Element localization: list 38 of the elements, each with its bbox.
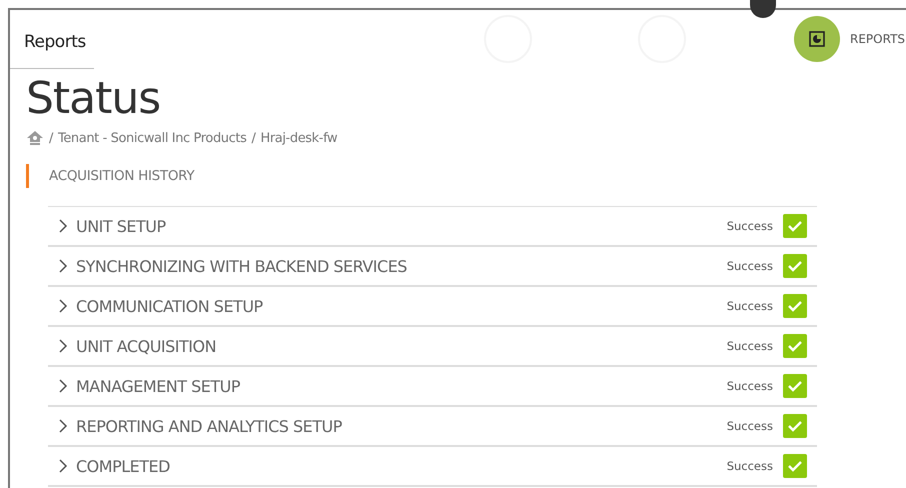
- chevron-icon[interactable]: [58, 379, 68, 393]
- step-label: MANAGEMENT SETUP: [76, 376, 242, 396]
- status-text: Success: [726, 259, 773, 273]
- step-row[interactable]: UNIT ACQUISITION Success: [48, 327, 817, 367]
- status-text: Success: [726, 219, 773, 233]
- step-label: COMMUNICATION SETUP: [76, 296, 264, 316]
- step-row[interactable]: MANAGEMENT SETUP Success: [48, 367, 817, 407]
- chevron-icon[interactable]: [58, 299, 68, 313]
- step-row[interactable]: REPORTING AND ANALYTICS SETUP Success: [48, 407, 817, 447]
- home-icon[interactable]: [26, 130, 44, 146]
- status-text: Success: [726, 419, 773, 433]
- step-label: UNIT ACQUISITION: [76, 336, 218, 356]
- step-label: COMPLETED: [76, 456, 171, 476]
- chevron-icon[interactable]: [58, 419, 68, 433]
- step-row[interactable]: COMMUNICATION SETUP Success: [48, 287, 817, 327]
- chevron-icon[interactable]: [58, 219, 68, 233]
- nav-label[interactable]: REPORTS: [850, 32, 906, 46]
- chevron-icon[interactable]: [58, 339, 68, 353]
- breadcrumb-link[interactable]: Hraj-desk-fw: [260, 130, 338, 146]
- section-heading: ACQUISITION HISTORY: [26, 164, 906, 188]
- step-label: UNIT SETUP: [76, 216, 167, 236]
- chevron-icon[interactable]: [58, 259, 68, 273]
- page-title: Status: [26, 72, 162, 124]
- separator: /: [251, 130, 256, 146]
- status-text: Success: [726, 299, 773, 313]
- status-text: Success: [726, 459, 773, 473]
- step-row[interactable]: UNIT SETUP Success: [48, 207, 817, 247]
- chevron-icon[interactable]: [58, 459, 68, 473]
- separator: /: [49, 130, 53, 146]
- step-label: SYNCHRONIZING WITH BACKEND SERVICES: [76, 256, 408, 276]
- reports-tab[interactable]: Reports: [10, 10, 94, 68]
- breadcrumb-link[interactable]: Tenant - Sonicwall Inc Products: [58, 130, 246, 146]
- status-text: Success: [726, 339, 773, 353]
- step-row[interactable]: COMPLETED Success: [48, 447, 817, 487]
- status-text: Success: [726, 379, 773, 393]
- step-row[interactable]: SYNCHRONIZING WITH BACKEND SERVICES Success: [48, 247, 817, 287]
- report-icon[interactable]: [794, 16, 840, 62]
- step-label: REPORTING AND ANALYTICS SETUP: [76, 416, 343, 436]
